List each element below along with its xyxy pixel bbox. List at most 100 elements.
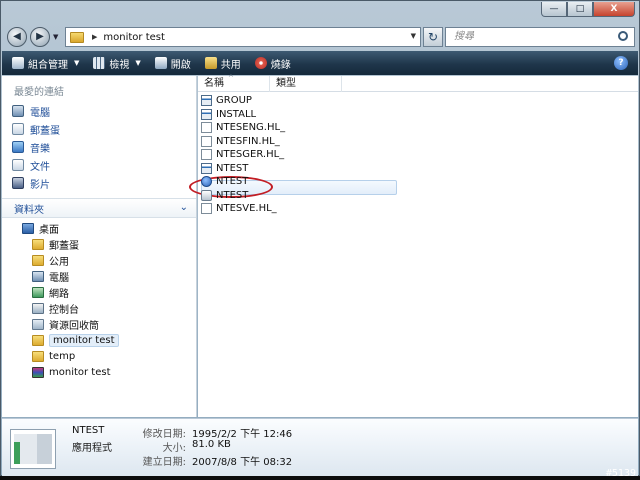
back-arrow-icon: ◀ xyxy=(13,31,21,42)
close-button[interactable]: X xyxy=(593,2,635,17)
archive-icon xyxy=(32,366,44,378)
file-name: NTESGER.HL_ xyxy=(216,149,285,161)
tree-item-label: 公用 xyxy=(49,256,69,268)
minimize-button[interactable]: — xyxy=(541,2,567,17)
share-icon xyxy=(204,57,217,69)
text-file-icon xyxy=(201,122,212,134)
favorite-link-videos[interactable]: 影片 xyxy=(12,174,60,192)
burn-disc-icon xyxy=(254,57,267,69)
address-dropdown-icon[interactable]: ▼ xyxy=(411,32,416,40)
refresh-button[interactable]: ↻ xyxy=(423,27,443,47)
tree-item-desktop[interactable]: 桌面 xyxy=(2,220,196,236)
column-header-type[interactable]: 類型 xyxy=(270,76,342,92)
favorite-link-label: 文件 xyxy=(30,161,50,173)
desktop-icon xyxy=(22,222,34,234)
favorite-link-user[interactable]: 郵蓋蛋 xyxy=(12,120,60,138)
file-row[interactable]: NTESENG.HL_ xyxy=(201,121,285,135)
breadcrumb-arrow-icon[interactable]: ▶ xyxy=(92,33,97,41)
file-row[interactable]: NTEST xyxy=(201,175,285,189)
folder-icon xyxy=(32,238,44,250)
favorite-link-computer[interactable]: 電腦 xyxy=(12,102,60,120)
size-value: 81.0 KB xyxy=(192,439,231,450)
file-row[interactable]: NTEST xyxy=(201,189,285,203)
tree-item-control-panel[interactable]: 控制台 xyxy=(2,300,196,316)
recent-pages-dropdown[interactable]: ▼ xyxy=(53,33,58,41)
file-name: NTEST xyxy=(216,162,249,174)
folder-icon xyxy=(32,334,44,346)
column-header-name[interactable]: ^ 名稱 xyxy=(198,74,270,92)
tree-item-network[interactable]: 網路 xyxy=(2,284,196,300)
size-label: 大小: xyxy=(162,443,186,454)
tree-item-label: temp xyxy=(49,350,76,362)
file-name: NTEST xyxy=(216,176,249,188)
search-input[interactable]: 搜尋 xyxy=(445,27,635,47)
address-bar[interactable]: ▶ monitor test ▼ xyxy=(65,27,421,47)
details-labels: 修改日期: 大小: 建立日期: xyxy=(112,425,186,468)
burn-label: 燒錄 xyxy=(270,59,291,71)
share-label: 共用 xyxy=(220,59,241,71)
back-button[interactable]: ◀ xyxy=(7,27,27,47)
file-row[interactable]: GROUP xyxy=(201,94,285,108)
views-button[interactable]: 檢視 ▼ xyxy=(93,56,141,71)
favorite-link-label: 影片 xyxy=(30,179,50,191)
views-icon xyxy=(93,57,106,69)
share-button[interactable]: 共用 xyxy=(204,56,241,71)
modified-value: 1995/2/2 下午 12:46 xyxy=(192,429,293,440)
sort-ascending-icon: ^ xyxy=(228,74,234,82)
text-file-icon xyxy=(201,149,212,161)
open-button[interactable]: 開啟 xyxy=(154,56,191,71)
forward-button[interactable]: ▶ xyxy=(30,27,50,47)
file-name: GROUP xyxy=(216,95,252,107)
doc-icon xyxy=(12,123,24,135)
help-button[interactable]: ? xyxy=(614,56,628,70)
app-icon xyxy=(201,108,212,120)
tree-item-monitor-test-archive[interactable]: monitor test xyxy=(2,364,196,380)
folders-header[interactable]: 資料夾 ⌄ xyxy=(2,198,196,218)
favorite-link-music[interactable]: 音樂 xyxy=(12,138,60,156)
tree-item-label: 網路 xyxy=(49,288,69,300)
burn-button[interactable]: 燒錄 xyxy=(254,56,291,71)
maximize-button[interactable]: □ xyxy=(567,2,593,17)
favorite-link-label: 音樂 xyxy=(30,143,50,155)
computer-icon xyxy=(32,270,44,282)
watermark: #5139 xyxy=(605,468,636,479)
file-name: NTESENG.HL_ xyxy=(216,122,286,134)
search-placeholder: 搜尋 xyxy=(454,31,474,42)
file-row[interactable]: NTESFIN.HL_ xyxy=(201,135,285,149)
file-row-selected[interactable]: NTEST xyxy=(201,162,285,176)
file-row[interactable]: NTESGER.HL_ xyxy=(201,148,285,162)
help-file-icon xyxy=(201,176,212,188)
tree-item-label: 桌面 xyxy=(39,224,59,236)
chevron-down-icon[interactable]: ⌄ xyxy=(180,202,188,213)
film-icon xyxy=(12,177,24,189)
modified-label: 修改日期: xyxy=(142,429,186,440)
organize-button[interactable]: 組合管理 ▼ xyxy=(12,56,79,71)
file-name: NTESVE.HL_ xyxy=(216,203,277,215)
text-file-icon xyxy=(201,135,212,147)
app-icon xyxy=(201,162,212,174)
search-icon[interactable] xyxy=(618,31,628,41)
file-row[interactable]: INSTALL xyxy=(201,108,285,122)
computer-icon xyxy=(12,105,24,117)
tree-item-label: monitor test xyxy=(49,366,111,378)
music-icon xyxy=(12,141,24,153)
tree-item-public[interactable]: 公用 xyxy=(2,252,196,268)
favorite-link-documents[interactable]: 文件 xyxy=(12,156,60,174)
app-icon xyxy=(201,95,212,107)
folder-tree: 桌面 郵蓋蛋 公用 電腦 網路 控制台 資源回收筒 monitor test t… xyxy=(2,220,196,380)
app-window-icon xyxy=(14,434,52,464)
tree-item-label: 郵蓋蛋 xyxy=(49,240,79,252)
chevron-down-icon: ▼ xyxy=(74,59,80,67)
folder-icon xyxy=(70,31,84,43)
tree-item-computer[interactable]: 電腦 xyxy=(2,268,196,284)
tree-item-user[interactable]: 郵蓋蛋 xyxy=(2,236,196,252)
address-path[interactable]: monitor test xyxy=(103,32,165,43)
tree-item-recycle-bin[interactable]: 資源回收筒 xyxy=(2,316,196,332)
file-name: NTESFIN.HL_ xyxy=(216,135,280,147)
doc-icon xyxy=(12,159,24,171)
tree-item-temp[interactable]: temp xyxy=(2,348,196,364)
details-values: 1995/2/2 下午 12:46 81.0 KB 2007/8/8 下午 08… xyxy=(192,425,293,468)
window-controls: — □ X xyxy=(541,2,635,18)
tree-item-monitor-test[interactable]: monitor test xyxy=(2,332,196,348)
file-row[interactable]: NTESVE.HL_ xyxy=(201,202,285,216)
